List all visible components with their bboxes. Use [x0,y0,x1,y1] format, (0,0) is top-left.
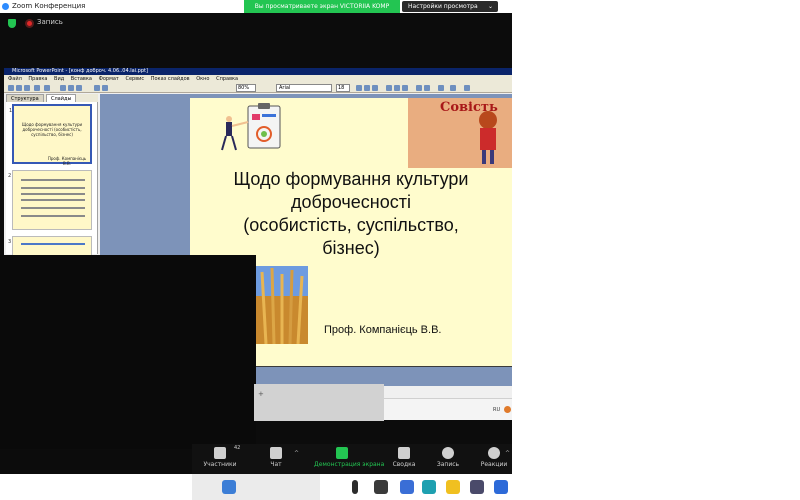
participants-icon [214,447,226,459]
slide-thumbnails: 1 Щодо формування культури доброчесності… [6,102,98,296]
menu-insert: Вставка [70,76,92,82]
participants-label: Участники [203,461,237,468]
slide-thumbnail: 2 [8,170,92,230]
slide-title: Щодо формування культури доброчесності (… [233,169,469,258]
window-title: Zoom Конференция [12,2,86,10]
menu-format: Формат [98,76,119,82]
font-size-select: 18 [336,84,350,92]
grey-overlay: + [254,384,384,421]
menu-tools: Сервис [125,76,145,82]
browser-icon[interactable] [422,480,436,494]
panel-tabs: Структура Слайды [6,94,98,102]
zoom-app-icon [2,3,9,10]
record-icon [25,19,34,28]
tray-icon [504,406,511,413]
view-options-label: Настройки просмотра [408,3,478,10]
meeting-toolbar: 42 Участники Чат ^ Демонстрация экрана С… [192,444,512,474]
undo-icon [94,85,100,91]
powerpoint-toolbar: 80% Arial 18 [4,83,512,93]
share-screen-icon [336,447,348,459]
open-icon [16,85,22,91]
underline-icon [372,85,378,91]
chat-label: Чат [270,461,282,468]
view-options-button[interactable]: Настройки просмотра ⌄ [402,1,498,12]
chevron-down-icon: ⌄ [487,3,493,10]
font-select: Arial [276,84,332,92]
share-screen-label: Демонстрация экрана [314,461,385,468]
copy-icon [68,85,74,91]
thumb-number: 2 [8,173,12,179]
cut-icon [60,85,66,91]
taskview-icon[interactable] [374,480,388,494]
reactions-caret-icon[interactable]: ^ [505,450,510,457]
reactions-button[interactable]: Реакции [466,444,522,474]
plus-text: + [258,390,264,398]
taskbar [0,474,800,500]
menu-help: Справка [216,76,239,82]
redo-icon [102,85,108,91]
menu-slideshow: Показ слайдов [150,76,190,82]
clipboard-illustration [221,103,281,151]
wheat-image [256,266,308,344]
shield-icon[interactable] [8,19,16,28]
align-left-icon [386,85,392,91]
summary-icon [398,447,410,459]
new-slide-icon [464,85,470,91]
video-panel [0,255,256,449]
slide-author: Проф. Компанієць В.В. [324,324,442,336]
files-icon[interactable] [446,480,460,494]
new-icon [8,85,14,91]
conscience-word: Совість [440,100,498,115]
align-center-icon [394,85,400,91]
numbering-icon [424,85,430,91]
print-icon [34,85,40,91]
language-indicator: RU [493,407,501,413]
menu-view: Вид [54,76,65,82]
share-banner: Вы просматриваете экран VICTORIIA KOMP [244,0,400,13]
thumb-title: Щодо формування культури доброчесності (… [21,122,83,137]
share-screen-button[interactable]: Демонстрация экрана [314,444,385,474]
zoom-select: 80% [236,84,256,92]
thumb-number: 3 [8,239,12,245]
start-icon[interactable] [222,480,236,494]
bullets-icon [416,85,422,91]
bold-icon [356,85,362,91]
italic-icon [364,85,370,91]
recording-label: Запись [37,18,63,26]
menu-file: Файл [8,76,22,82]
menu-window: Окно [196,76,210,82]
chat-button[interactable]: Чат [248,444,304,474]
taskbar-segment [192,474,320,500]
powerpoint-title-bar: Microsoft PowerPoint - [конф доброч. 4.0… [4,68,512,75]
calendar-icon[interactable] [470,480,484,494]
menu-edit: Правка [28,76,48,82]
edge-icon[interactable] [400,480,414,494]
slide-thumbnail: 1 Щодо формування культури доброчесності… [9,104,92,166]
reactions-icon [488,447,500,459]
chat-caret-icon[interactable]: ^ [294,450,299,457]
tab-slides: Слайды [46,94,77,102]
powerpoint-menubar: Файл Правка Вид Вставка Формат Сервис По… [4,75,512,83]
save-icon [24,85,30,91]
chat-icon [270,447,282,459]
record-button-icon [442,447,454,459]
participants-count: 42 [234,445,241,451]
zoom-window: Zoom Конференция Вы просматриваете экран… [0,0,512,500]
background-right [512,0,800,500]
thumb-number: 1 [9,108,13,114]
mail-icon[interactable] [494,480,508,494]
search-icon[interactable] [352,480,358,494]
preview-icon [44,85,50,91]
font-color-icon [438,85,444,91]
thumb-author: Проф. Компанієць В.В. [47,156,87,166]
paste-icon [76,85,82,91]
participants-button[interactable]: 42 Участники [192,444,248,474]
conscience-image: Совість [408,98,512,168]
tab-outline: Структура [6,94,44,102]
align-right-icon [402,85,408,91]
reactions-label: Реакции [480,461,508,468]
design-icon [450,85,456,91]
